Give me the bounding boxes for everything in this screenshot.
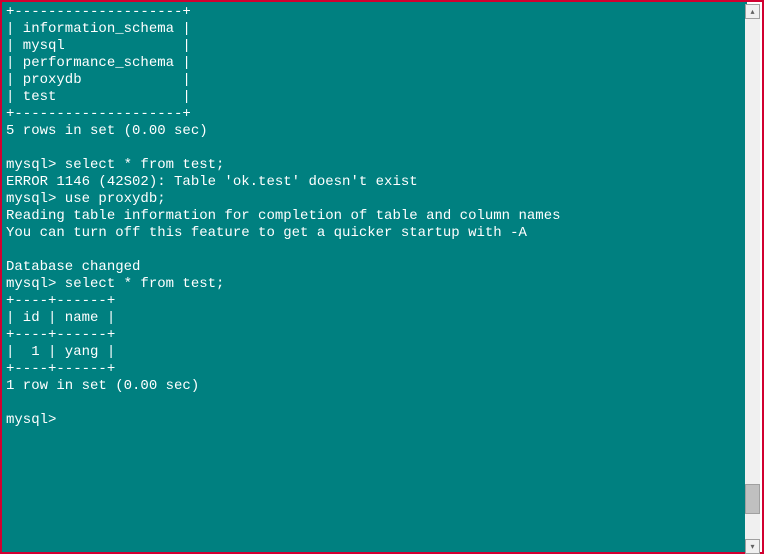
table-header: | id | name | [6, 310, 115, 326]
status-message: Database changed [6, 259, 140, 275]
scroll-thumb[interactable] [745, 484, 760, 514]
info-message: You can turn off this feature to get a q… [6, 225, 527, 241]
scroll-track[interactable] [745, 19, 760, 539]
mysql-prompt: mysql> use proxydb; [6, 191, 166, 207]
result-summary: 1 row in set (0.00 sec) [6, 378, 199, 394]
table-border: +--------------------+ [6, 4, 191, 20]
mysql-prompt-active[interactable]: mysql> [6, 412, 56, 428]
table-border: +----+------+ [6, 327, 115, 343]
result-summary: 5 rows in set (0.00 sec) [6, 123, 208, 139]
table-border: +--------------------+ [6, 106, 191, 122]
table-border: +----+------+ [6, 293, 115, 309]
db-row: | test | [6, 89, 191, 105]
db-row: | mysql | [6, 38, 191, 54]
db-row: | proxydb | [6, 72, 191, 88]
mysql-prompt: mysql> select * from test; [6, 276, 224, 292]
table-border: +----+------+ [6, 361, 115, 377]
vertical-scrollbar[interactable]: ▴ ▾ [745, 4, 760, 554]
scroll-down-arrow-icon[interactable]: ▾ [745, 539, 760, 554]
scroll-up-arrow-icon[interactable]: ▴ [745, 4, 760, 19]
db-row: | performance_schema | [6, 55, 191, 71]
table-row: | 1 | yang | [6, 344, 115, 360]
db-row: | information_schema | [6, 21, 191, 37]
error-message: ERROR 1146 (42S02): Table 'ok.test' does… [6, 174, 418, 190]
mysql-prompt: mysql> select * from test; [6, 157, 224, 173]
info-message: Reading table information for completion… [6, 208, 561, 224]
terminal-output[interactable]: +--------------------+ | information_sch… [2, 2, 747, 552]
